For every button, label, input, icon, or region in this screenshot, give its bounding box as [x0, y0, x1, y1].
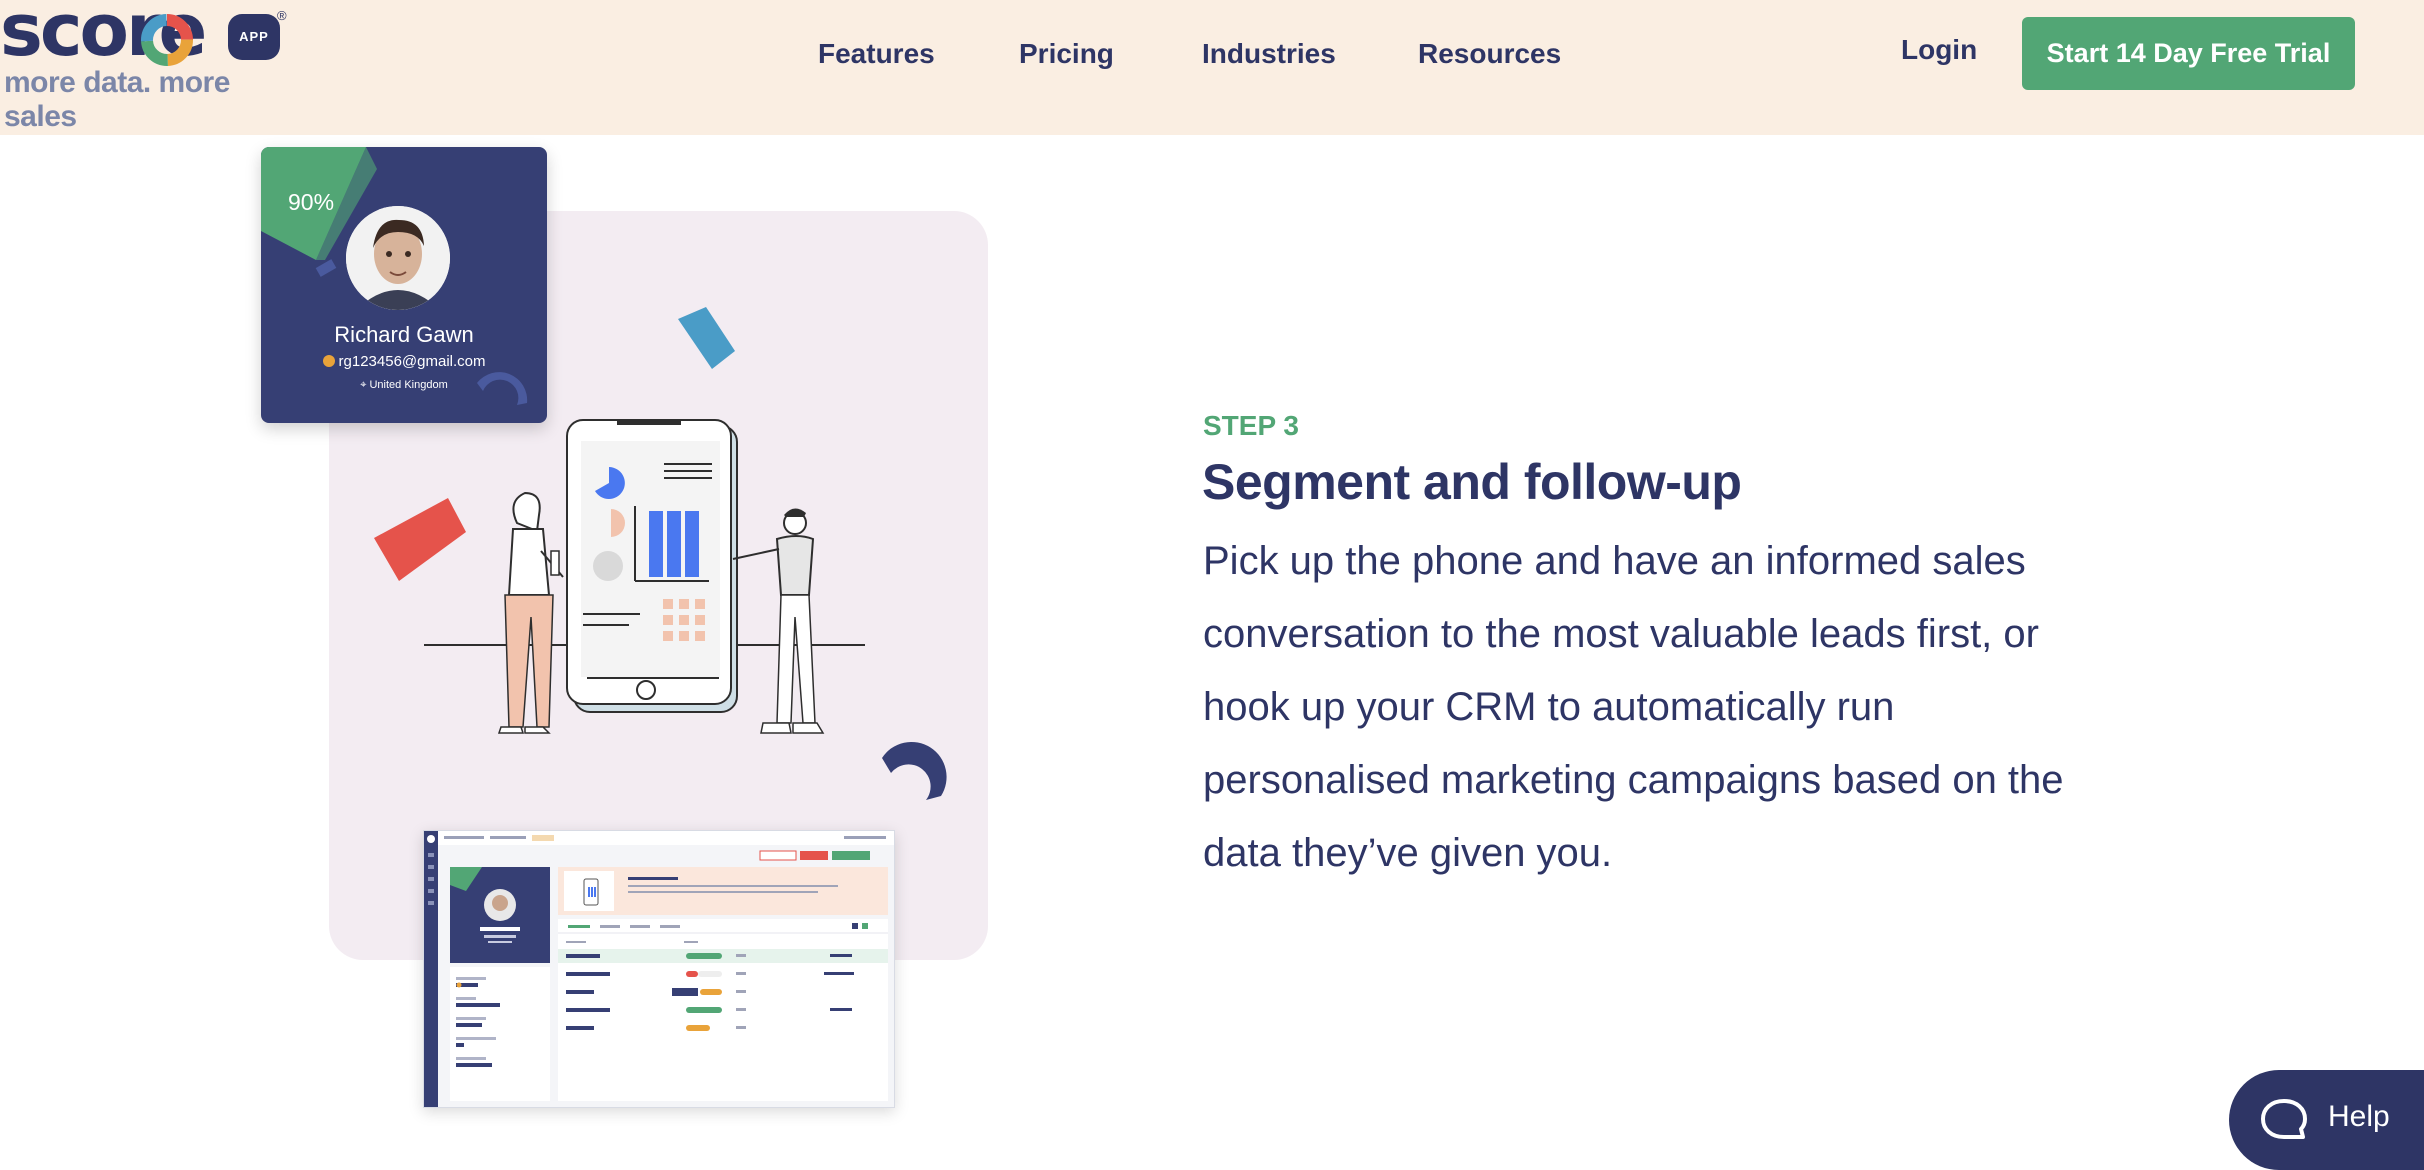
- chat-bubble-icon: [2261, 1099, 2307, 1139]
- section-description: Pick up the phone and have an informed s…: [1203, 539, 2064, 875]
- nav-industries[interactable]: Industries: [1202, 34, 1336, 74]
- app-dashboard-preview: [423, 830, 895, 1108]
- profile-name: Richard Gawn: [334, 322, 474, 347]
- profile-card: 90% Richard Gawn rg123456@gmail.com ⌖ Un…: [261, 147, 547, 423]
- logo-tagline: more data. more sales: [4, 66, 230, 133]
- help-label: Help: [2328, 1100, 2390, 1133]
- logo[interactable]: score APP ® more data. more sales: [0, 0, 300, 133]
- login-link[interactable]: Login: [1901, 30, 1977, 70]
- nav-features[interactable]: Features: [818, 34, 935, 74]
- help-button[interactable]: Help: [2229, 1070, 2424, 1170]
- avatar: [346, 206, 450, 310]
- nav-resources[interactable]: Resources: [1418, 34, 1561, 74]
- start-trial-button[interactable]: Start 14 Day Free Trial: [2022, 17, 2355, 90]
- profile-email-text: rg123456@gmail.com: [338, 353, 486, 370]
- registered-mark: ®: [277, 8, 287, 23]
- nav-pricing[interactable]: Pricing: [1019, 34, 1114, 74]
- profile-email: rg123456@gmail.com: [261, 353, 547, 370]
- profile-location: ⌖ United Kingdom: [261, 379, 547, 392]
- profile-location-text: United Kingdom: [369, 379, 448, 391]
- logo-app-badge: APP: [228, 14, 280, 60]
- section-heading: Segment and follow-up: [1202, 454, 1742, 510]
- step-label: STEP 3: [1203, 410, 1299, 441]
- logo-ring-icon: [141, 14, 193, 66]
- score-percentage: 90%: [288, 189, 335, 215]
- status-dot-icon: [322, 355, 335, 367]
- site-header: score APP ® more data. more sales Featur…: [0, 0, 2424, 135]
